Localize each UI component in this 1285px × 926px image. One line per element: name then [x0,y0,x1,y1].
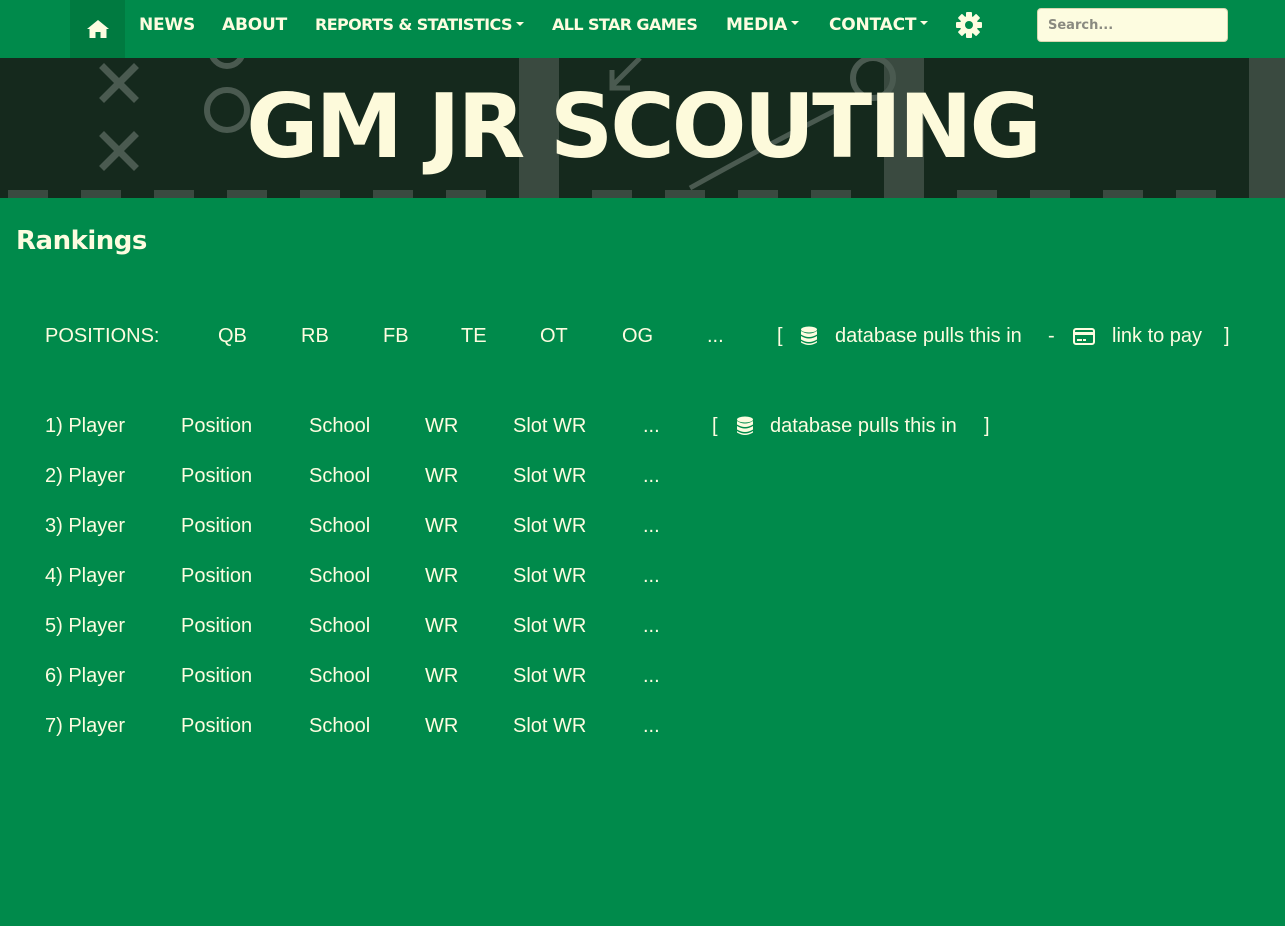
bracket-open: [ [777,325,783,347]
chevron-down-icon [920,21,929,25]
player-school: School [309,615,371,637]
nav-item-news[interactable]: NEWS [139,0,195,50]
nav-item-media[interactable]: MEDIA [726,0,800,50]
nav-item-about[interactable]: ABOUT [222,0,287,50]
top-navbar: NEWS ABOUT REPORTS & STATISTICS ALL STAR… [0,0,1285,58]
home-icon [86,20,109,38]
player-rank-name: 2) Player [45,465,126,487]
player-position: Position [181,665,253,687]
player-school: School [309,565,371,587]
player-rank-name: 6) Player [45,665,126,687]
settings-button[interactable] [955,11,983,39]
player-secondary-role: Slot WR [513,665,587,687]
player-school: School [309,665,371,687]
position-filter-rb[interactable]: RB [301,322,329,350]
nav-item-contact[interactable]: CONTACT [829,0,929,50]
player-school: School [309,415,371,437]
player-position: Position [181,615,253,637]
player-primary-role: WR [425,415,459,437]
player-position: Position [181,565,253,587]
player-secondary-role: Slot WR [513,615,587,637]
database-icon [801,326,817,345]
player-rank-name: 3) Player [45,515,126,537]
player-rank-name: 1) Player [45,415,126,437]
player-secondary-role: Slot WR [513,465,587,487]
player-primary-role: WR [425,565,459,587]
player-primary-role: WR [425,715,459,737]
site-title: GM JR SCOUTING [246,75,1041,178]
player-primary-role: WR [425,465,459,487]
hero-banner: GM JR SCOUTING [0,58,1285,198]
gear-icon [956,12,982,38]
player-primary-role: WR [425,515,459,537]
position-filter-te[interactable]: TE [461,322,487,350]
player-position: Position [181,415,253,437]
table-row[interactable]: 3) Player Position School WR Slot WR... [0,512,1285,542]
table-row[interactable]: 4) Player Position School WR Slot WR... [0,562,1285,592]
player-secondary-role: Slot WR [513,415,587,437]
table-row[interactable]: 7) Player Position School WR Slot WR... [0,712,1285,742]
chevron-down-icon [791,21,800,25]
nav-home-button[interactable] [70,0,125,58]
position-filter-og[interactable]: OG [622,322,653,350]
position-filter-fb[interactable]: FB [383,322,409,350]
player-more: ... [643,665,660,687]
bracket-open: [ [712,415,718,437]
player-more: ... [643,465,660,487]
chevron-down-icon [515,21,524,26]
player-rank-name: 5) Player [45,615,126,637]
player-more: ... [643,565,660,587]
player-more: ... [643,515,660,537]
bracket-close: ] [1224,325,1230,347]
table-row[interactable]: 2) Player Position School WR Slot WR... [0,462,1285,492]
positions-label: POSITIONS: [45,325,160,347]
player-school: School [309,515,371,537]
player-more: ... [643,615,660,637]
page-title: Rankings [16,226,147,256]
player-primary-role: WR [425,665,459,687]
player-position: Position [181,515,253,537]
player-school: School [309,715,371,737]
database-icon [737,416,753,435]
nav-item-all-star-games[interactable]: ALL STAR GAMES [552,0,698,50]
bracket-close: ] [984,415,990,437]
credit-card-icon [1073,328,1095,345]
player-rank-name: 4) Player [45,565,126,587]
player-secondary-role: Slot WR [513,565,587,587]
position-filter-more[interactable]: ... [707,322,724,350]
player-position: Position [181,715,253,737]
nav-item-reports-statistics[interactable]: REPORTS & STATISTICS [315,0,524,50]
player-secondary-role: Slot WR [513,515,587,537]
player-position: Position [181,465,253,487]
player-more: ... [643,415,660,437]
link-to-pay[interactable]: link to pay [1112,322,1202,350]
player-school: School [309,465,371,487]
position-filter-qb[interactable]: QB [218,322,247,350]
player-secondary-role: Slot WR [513,715,587,737]
table-row[interactable]: 1) Player Position School WR Slot WR... [ data… [0,412,1285,442]
player-rank-name: 7) Player [45,715,126,737]
position-filter-ot[interactable]: OT [540,322,568,350]
positions-filter-row: POSITIONS: QB RB FB TE OT OG ... [ datab… [0,322,1285,352]
player-more: ... [643,715,660,737]
table-row[interactable]: 6) Player Position School WR Slot WR... [0,662,1285,692]
database-note: database pulls this in [835,325,1022,347]
player-primary-role: WR [425,615,459,637]
search-input[interactable] [1037,8,1228,42]
database-note: database pulls this in [770,415,957,437]
table-row[interactable]: 5) Player Position School WR Slot WR... [0,612,1285,642]
note-separator: - [1048,325,1055,347]
